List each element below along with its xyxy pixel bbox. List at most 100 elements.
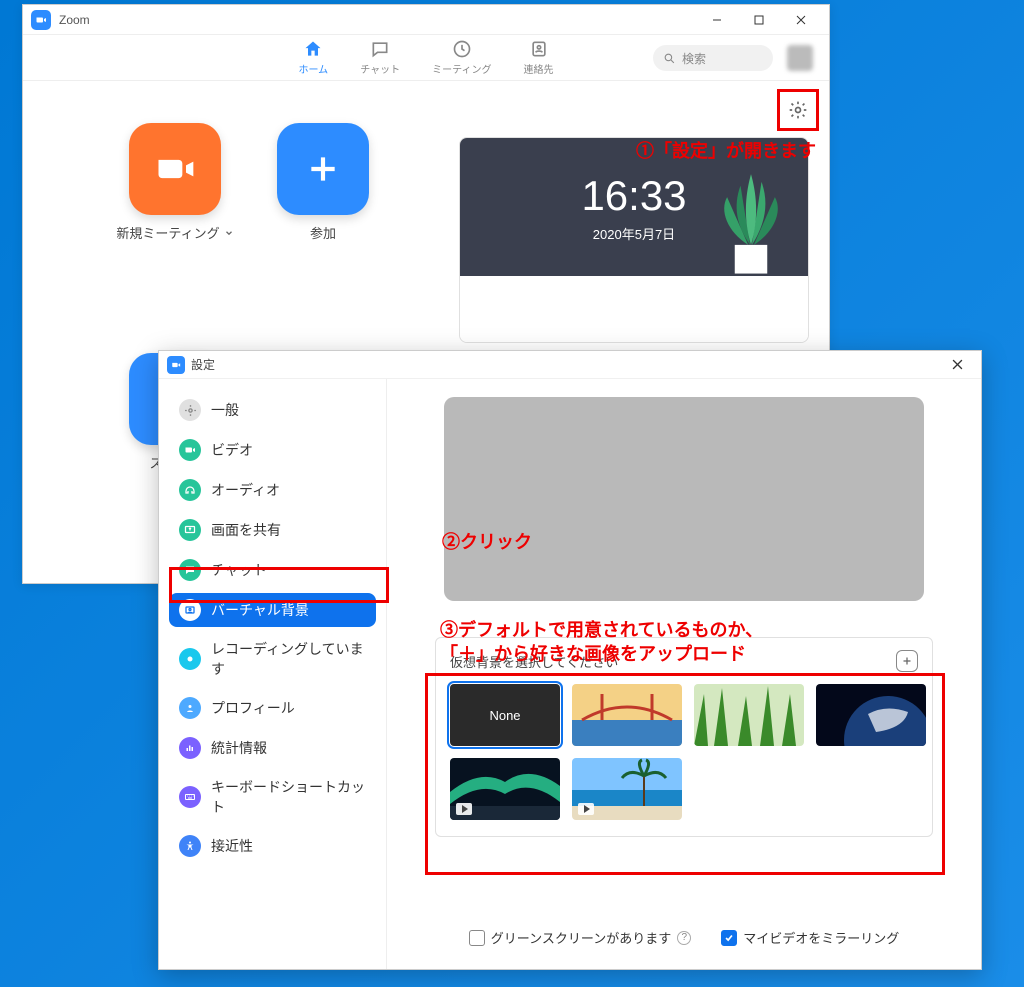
sidebar-item-profile[interactable]: プロフィール [169,691,376,725]
stats-icon [179,737,201,759]
recording-icon [179,648,201,670]
share-screen-icon [179,519,201,541]
vbg-thumb-none[interactable]: None [450,684,560,746]
vbg-checks: グリーンスクリーンがあります ? マイビデオをミラーリング [415,928,953,947]
sidebar-label-vbg: バーチャル背景 [211,600,309,620]
plant-illustration [708,166,794,276]
close-icon [952,359,963,370]
virtual-bg-area: 仮想背景を選択してください None [435,637,933,837]
close-button[interactable] [781,6,821,34]
mirror-label: マイビデオをミラーリング [743,928,899,947]
sidebar-item-video[interactable]: ビデオ [169,433,376,467]
sidebar-item-stats[interactable]: 統計情報 [169,731,376,765]
nav-contacts-tab[interactable]: 連絡先 [514,35,564,80]
info-panel: 16:33 2020年5月7日 [459,137,809,343]
sidebar-item-keyboard[interactable]: キーボードショートカット [169,771,376,823]
accessibility-icon [179,835,201,857]
new-meeting-text: 新規ミーティング [116,223,219,242]
sidebar-label-stats: 統計情報 [211,738,267,758]
video-badge-icon [578,803,594,815]
info-panel-dark: 16:33 2020年5月7日 [460,138,808,276]
vbg-thumb-bridge[interactable] [572,684,682,746]
settings-window-title: 設定 [191,356,941,373]
settings-titlebar: 設定 [159,351,981,379]
sidebar-label-profile: プロフィール [211,698,295,718]
contacts-icon [529,39,549,59]
sidebar-label-audio: オーディオ [211,480,280,500]
chat-icon [370,39,390,59]
search-icon [663,52,676,65]
nav-meetings-label: ミーティング [432,61,491,76]
sidebar-label-accessibility: 接近性 [211,836,253,856]
sidebar-item-virtual-background[interactable]: バーチャル背景 [169,593,376,627]
mirror-checkbox[interactable]: マイビデオをミラーリング [721,928,899,947]
nav-home-tab[interactable]: ホーム [288,35,338,80]
vbg-thumb-grass[interactable] [694,684,804,746]
checkbox-checked-icon [721,930,737,946]
home-icon [303,39,323,59]
new-meeting-label: 新規ミーティング [116,223,233,242]
sidebar-label-chat: チャット [211,560,267,580]
sidebar-label-video: ビデオ [211,440,253,460]
search-input[interactable]: 検索 [653,45,773,71]
settings-content: 仮想背景を選択してください None [387,379,981,969]
checkbox-unchecked-icon [469,930,485,946]
clock-date: 2020年5月7日 [593,224,675,243]
vbg-thumb-beach[interactable] [572,758,682,820]
join-label: 参加 [310,223,336,242]
video-badge-icon [456,803,472,815]
join-tile[interactable]: 参加 [253,123,393,335]
sidebar-label-general: 一般 [211,400,239,420]
sidebar-label-share: 画面を共有 [211,520,281,540]
add-background-button[interactable] [896,650,918,672]
gear-icon [179,399,201,421]
main-window-title: Zoom [59,13,697,27]
search-placeholder: 検索 [682,50,706,67]
sidebar-item-accessibility[interactable]: 接近性 [169,829,376,863]
nav-chat-tab[interactable]: チャット [350,35,410,80]
settings-sidebar: 一般 ビデオ オーディオ 画面を共有 チャット バーチャル背景 [159,379,387,969]
vbg-header: 仮想背景を選択してください [450,650,918,672]
sidebar-item-chat[interactable]: チャット [169,553,376,587]
virtual-bg-icon [179,599,201,621]
nav-meetings-tab[interactable]: ミーティング [422,35,501,80]
new-meeting-icon [129,123,221,215]
vbg-thumb-earth[interactable] [816,684,926,746]
profile-icon [179,697,201,719]
sidebar-item-recording[interactable]: レコーディングしています [169,633,376,685]
main-nav-tabs: ホーム チャット ミーティング 連絡先 検索 [23,35,829,81]
settings-body: 一般 ビデオ オーディオ 画面を共有 チャット バーチャル背景 [159,379,981,969]
vbg-thumbnails: None [450,684,918,820]
new-meeting-tile[interactable]: 新規ミーティング [105,123,245,335]
headphones-icon [179,479,201,501]
greenscreen-label: グリーンスクリーンがあります [491,928,671,947]
vbg-prompt: 仮想背景を選択してください [450,652,618,671]
vbg-thumb-aurora[interactable] [450,758,560,820]
window-controls [697,6,821,34]
plus-icon [901,655,913,667]
nav-chat-label: チャット [360,61,400,76]
keyboard-icon [179,786,201,808]
zoom-logo-icon [31,10,51,30]
chevron-down-icon[interactable] [224,228,234,238]
join-icon [277,123,369,215]
sidebar-item-general[interactable]: 一般 [169,393,376,427]
gear-icon [788,100,808,120]
settings-gear-button[interactable] [783,95,813,125]
sidebar-label-keyboard: キーボードショートカット [211,777,366,817]
maximize-button[interactable] [739,6,779,34]
settings-close-button[interactable] [941,353,973,377]
nav-home-label: ホーム [298,61,328,76]
sidebar-label-recording: レコーディングしています [211,639,366,679]
chat-bubble-icon [179,559,201,581]
video-icon [179,439,201,461]
user-avatar[interactable] [787,45,813,71]
video-preview [444,397,924,601]
vbg-none-label: None [489,708,520,723]
help-icon[interactable]: ? [677,931,691,945]
sidebar-item-share[interactable]: 画面を共有 [169,513,376,547]
info-panel-light [460,276,808,343]
minimize-button[interactable] [697,6,737,34]
greenscreen-checkbox[interactable]: グリーンスクリーンがあります ? [469,928,691,947]
sidebar-item-audio[interactable]: オーディオ [169,473,376,507]
